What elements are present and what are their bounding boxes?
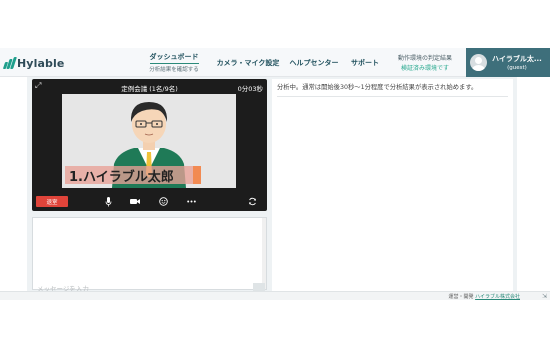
top-nav-bar: Hylable ダッシュボード 分析結果を確認する カメラ・マイク設定 ヘルプセ… xyxy=(0,48,550,77)
nav-help-label: ヘルプセンター xyxy=(289,58,339,67)
user-name: ハイラブル太... xyxy=(492,55,542,63)
speaker-indicator xyxy=(193,166,201,184)
brand-logo-icon xyxy=(2,57,17,69)
nav-support-label: サポート xyxy=(351,58,379,67)
elapsed-time: 0分03秒 xyxy=(237,85,263,93)
refresh-icon[interactable] xyxy=(247,196,257,207)
footer-credit: 運営・開発 ハイラブル株式会社 xyxy=(448,293,520,300)
exit-button[interactable]: 退室 xyxy=(36,196,68,207)
participant-name-overlay: 1.ハイラブル太郎 xyxy=(65,166,201,185)
video-controls: 退室 xyxy=(32,193,267,210)
nav-dashboard-sub: 分析結果を確認する xyxy=(149,67,199,73)
analysis-status-message: 分析中。通常は開始後30秒〜1分程度で分析結果が表示され始めます。 xyxy=(277,84,478,91)
send-button[interactable] xyxy=(253,283,265,291)
footer: 運営・開発 ハイラブル株式会社 xyxy=(0,291,550,300)
microphone-icon[interactable] xyxy=(103,196,113,207)
env-check-label: 動作環境の判定結果 xyxy=(397,55,452,62)
company-link[interactable]: ハイラブル株式会社 xyxy=(475,294,520,300)
divider xyxy=(277,96,508,97)
video-panel-header: ⤢ 定例会議 (1名/9名) 0分03秒 xyxy=(32,79,267,94)
app-page: Hylable ダッシュボード 分析結果を確認する カメラ・マイク設定 ヘルプセ… xyxy=(0,0,550,350)
nav-camera-mic-settings[interactable]: カメラ・マイク設定 xyxy=(215,48,281,77)
nav-camera-mic-label: カメラ・マイク設定 xyxy=(216,58,280,67)
brand-name: Hylable xyxy=(17,56,65,70)
camera-icon[interactable] xyxy=(130,196,140,207)
chat-log[interactable] xyxy=(32,217,267,290)
emoji-reaction-icon[interactable] xyxy=(158,196,168,207)
footer-prefix: 運営・開発 xyxy=(448,294,474,300)
analysis-panel: 分析中。通常は開始後30秒〜1分程度で分析結果が表示され始めます。 xyxy=(272,79,513,291)
meeting-title: 定例会議 (1名/9名) xyxy=(121,85,178,93)
participant-name: 1.ハイラブル太郎 xyxy=(69,169,174,185)
more-options-icon[interactable] xyxy=(186,196,196,207)
nav-help-center[interactable]: ヘルプセンター xyxy=(288,48,340,77)
chat-scrollbar[interactable] xyxy=(262,218,266,289)
nav-support[interactable]: サポート xyxy=(347,48,383,77)
user-menu[interactable]: ハイラブル太... (guest) xyxy=(466,48,550,77)
nav-dashboard[interactable]: ダッシュボード 分析結果を確認する xyxy=(145,48,203,77)
nav-dashboard-label: ダッシュボード xyxy=(149,52,199,64)
env-check-status[interactable]: 動作環境の判定結果 検証済み環境です xyxy=(392,48,458,77)
env-check-result: 検証済み環境です xyxy=(400,65,449,72)
brand-logo[interactable]: Hylable xyxy=(2,55,65,71)
avatar xyxy=(470,54,487,71)
user-role: (guest) xyxy=(507,65,527,71)
resize-handle-icon[interactable]: ⇲ xyxy=(542,293,547,300)
